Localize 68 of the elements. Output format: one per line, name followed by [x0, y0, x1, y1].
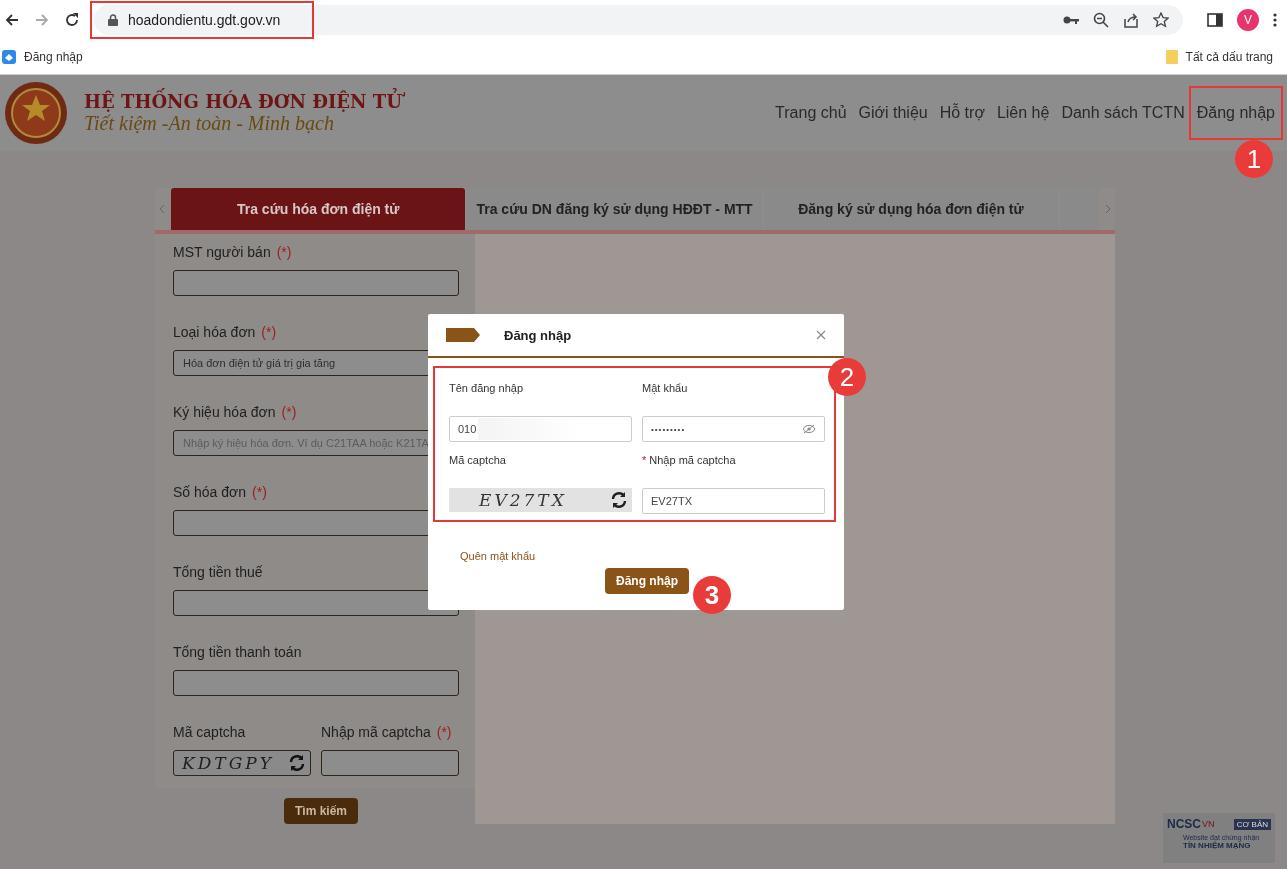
emblem-logo-icon [4, 81, 68, 145]
nav-link[interactable]: Liên hệ [990, 88, 1056, 138]
profile-avatar[interactable]: V [1237, 9, 1259, 31]
username-field[interactable]: 010 [449, 416, 632, 442]
field-label: Mã captcha [449, 454, 506, 468]
field-label: Loại hóa đơn [173, 324, 256, 340]
close-icon[interactable] [816, 330, 826, 340]
field-label: Mã captcha [173, 724, 246, 740]
callout-number: 3 [693, 576, 731, 614]
star-icon[interactable] [1153, 12, 1169, 28]
lock-icon [108, 14, 118, 26]
required-mark: (*) [436, 724, 452, 740]
required-mark: * [642, 454, 647, 468]
reload-icon[interactable] [64, 12, 80, 28]
site-slogan: Tiết kiệm -An toàn - Minh bạch [84, 112, 335, 135]
dialog-title: Đăng nhập [504, 327, 572, 343]
tab[interactable]: Đăng ký sử dụng hóa đơn điện tử [763, 188, 1059, 230]
input-field[interactable] [173, 670, 459, 696]
bookmarks-folder[interactable]: Tất cả dấu trang [1165, 50, 1273, 64]
field-label: Nhập mã captcha [649, 454, 736, 468]
required-mark: (*) [261, 324, 277, 340]
captcha-input-field[interactable]: EV27TX [642, 488, 825, 514]
eye-slash-icon[interactable] [803, 424, 815, 434]
required-mark: (*) [276, 244, 292, 260]
tab[interactable]: Tra cứu hóa đơn điện tử [171, 188, 466, 230]
field-label: Mật khẩu [642, 382, 688, 396]
password-field[interactable]: ••••••••• [642, 416, 825, 442]
input-field[interactable] [173, 270, 459, 296]
field-label: MST người bán [173, 244, 271, 260]
badge-text: TÍN NHIỆM MẠNG [1182, 841, 1252, 850]
field-label: Nhập mã captcha [321, 724, 431, 740]
tag-icon [446, 328, 480, 342]
nav-link[interactable]: Danh sách TCTN [1055, 88, 1191, 138]
field-label: Ký hiệu hóa đơn [173, 404, 276, 420]
menu-icon[interactable] [1273, 12, 1277, 28]
field-label: Tổng tiền thuế [173, 564, 263, 580]
required-mark: (*) [252, 484, 267, 500]
forgot-password-link[interactable]: Quên mật khẩu [460, 550, 536, 562]
folder-icon [1165, 50, 1178, 64]
nav-link[interactable]: Hỗ trợ [933, 88, 991, 138]
zoom-out-icon[interactable] [1093, 12, 1109, 28]
share-icon[interactable] [1123, 12, 1139, 28]
input-field[interactable] [321, 750, 459, 776]
badge-org: NCSC [1167, 817, 1201, 831]
field-value: 010 [458, 423, 477, 435]
tab[interactable]: Tra cứu DN đăng ký sử dụng HĐĐT - MTT [467, 188, 762, 230]
refresh-icon[interactable] [288, 754, 306, 772]
captcha-text: EV27TX [479, 490, 567, 510]
callout-number: 2 [828, 358, 866, 396]
nav-link[interactable]: Giới thiệu [852, 88, 934, 138]
field-label: Tên đăng nhập [449, 382, 523, 396]
url-text: hoadondientu.gdt.gov.vn [128, 12, 281, 28]
input-field[interactable] [173, 590, 459, 616]
field-label: Số hóa đơn [173, 484, 246, 500]
field-label: Tổng tiền thanh toán [173, 644, 302, 660]
key-icon[interactable] [1063, 15, 1079, 25]
bookmark-link[interactable]: Đăng nhập [2, 50, 83, 64]
callout-number: 1 [1235, 140, 1273, 178]
password-dots: ••••••••• [651, 424, 686, 434]
badge-level: CƠ BẢN [1233, 818, 1271, 830]
refresh-icon[interactable] [610, 491, 628, 509]
sidebar-icon[interactable] [1207, 12, 1223, 28]
search-button[interactable]: Tìm kiếm [284, 798, 358, 824]
required-mark: (*) [281, 404, 297, 420]
nav-link[interactable]: Trang chủ [769, 88, 853, 138]
back-arrow-icon[interactable] [4, 12, 20, 28]
captcha-text: KDTGPY [182, 753, 274, 773]
badge-org-suffix: VN [1202, 819, 1215, 829]
